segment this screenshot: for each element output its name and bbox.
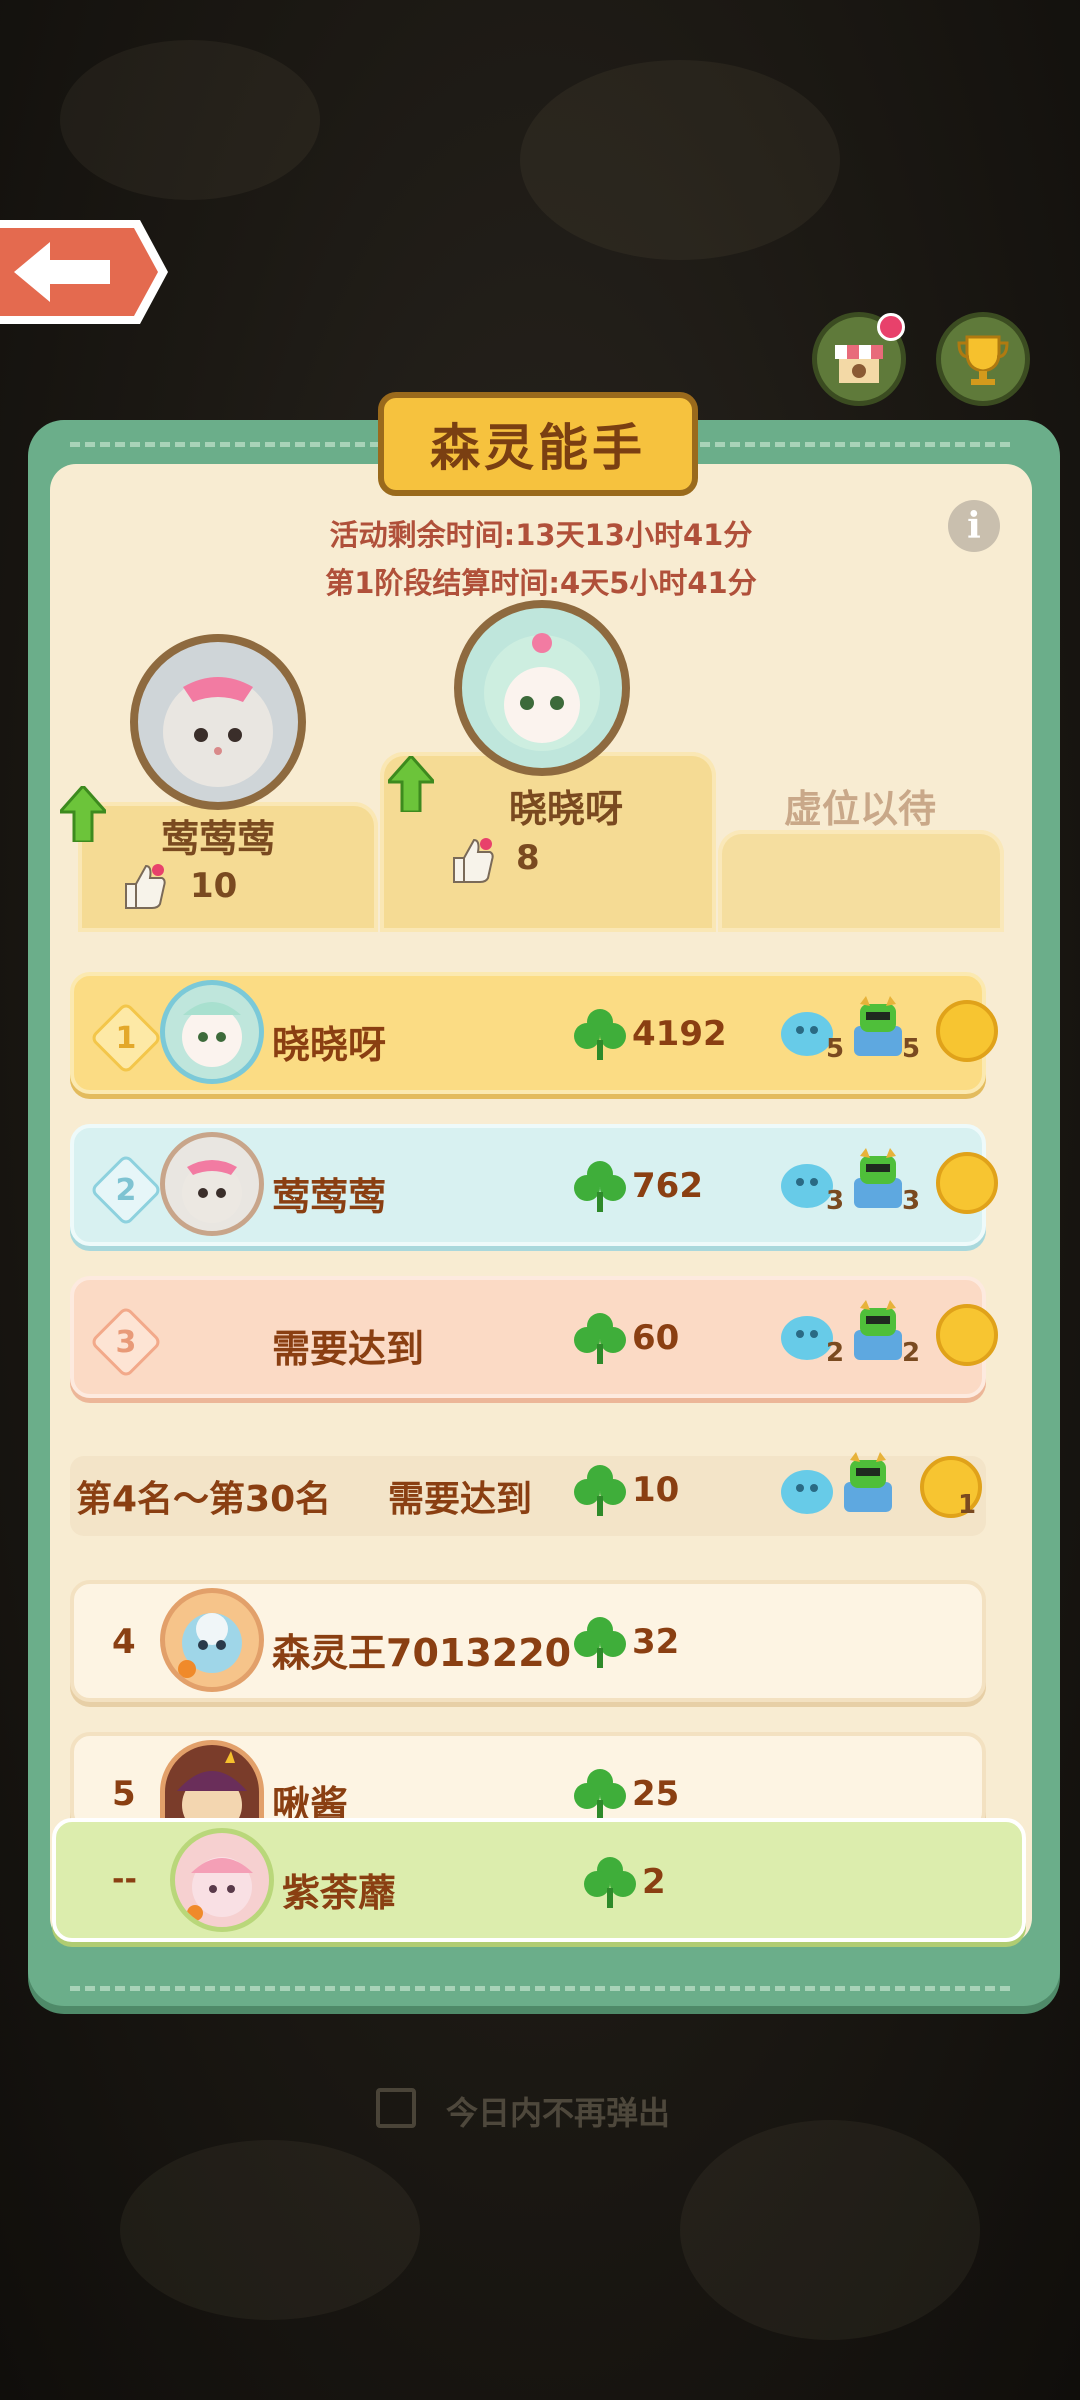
title-banner: 森灵能手 (378, 392, 698, 496)
page-title: 森灵能手 (430, 419, 646, 477)
player-score: 32 (632, 1622, 680, 1662)
player-score: 4192 (632, 1014, 727, 1054)
podium-second-name: 莺莺莺 (160, 817, 275, 861)
rank-up-arrow-icon (60, 786, 106, 842)
stage-settlement-text: 第1阶段结算时间:4天5小时41分 (325, 566, 757, 600)
like-icon[interactable] (446, 834, 498, 886)
avatar[interactable] (160, 1588, 264, 1692)
coin-icon (936, 1304, 998, 1366)
clover-icon (574, 1313, 626, 1364)
podium-third-name: 虚位以待 (783, 787, 936, 831)
avatar[interactable] (160, 980, 264, 1084)
coin-icon (936, 1152, 998, 1214)
podium-first-name: 晓晓呀 (508, 787, 623, 831)
player-score: 762 (632, 1166, 703, 1206)
tier-range: 第4名～第30名 (76, 1479, 332, 1520)
robot-cat-reward-icon (854, 1148, 902, 1208)
coin-icon (936, 1000, 998, 1062)
my-avatar[interactable] (170, 1828, 274, 1932)
dont-show-today-label[interactable]: 今日内不再弹出 (446, 2088, 670, 2134)
rank-up-arrow-icon (388, 756, 434, 812)
my-name: 紫荼蘼 (282, 1871, 397, 1915)
tier-required-score: 10 (632, 1470, 680, 1510)
coin-count: 1 (958, 1490, 977, 1520)
rank-number: 4 (112, 1622, 136, 1662)
notification-dot (877, 313, 905, 341)
robot-cat-reward-icon (854, 1300, 902, 1360)
clover-icon (574, 1769, 626, 1820)
slime-reward-icon (781, 1470, 833, 1514)
requirement-label: 需要达到 (272, 1327, 425, 1371)
remaining-time-text: 活动剩余时间:13天13小时41分 (329, 518, 753, 552)
reward-b-count: 2 (902, 1338, 921, 1368)
podium-first-avatar[interactable] (454, 600, 630, 776)
reward-a-count: 3 (826, 1186, 845, 1216)
info-icon[interactable]: i (948, 500, 1000, 552)
tier-requirement-label: 需要达到 (388, 1479, 533, 1520)
robot-cat-reward-icon (844, 1452, 892, 1512)
player-name: 莺莺莺 (272, 1175, 387, 1219)
podium-second-likes: 10 (190, 866, 238, 906)
clover-icon (574, 1009, 626, 1060)
back-button[interactable] (0, 212, 168, 332)
my-rank: -- (112, 1862, 137, 1897)
robot-cat-reward-icon (854, 996, 902, 1056)
required-score: 60 (632, 1318, 680, 1358)
clover-icon (574, 1465, 626, 1516)
clover-icon (584, 1857, 636, 1908)
clover-icon (574, 1617, 626, 1668)
back-arrow-icon (0, 220, 168, 324)
podium-third (718, 830, 1004, 932)
podium-first-likes: 8 (516, 838, 540, 878)
reward-a-count: 5 (826, 1034, 845, 1064)
rank-number: 5 (112, 1774, 136, 1814)
avatar[interactable] (160, 1132, 264, 1236)
trophy-icon[interactable] (936, 312, 1030, 406)
podium-second-avatar[interactable] (130, 634, 306, 810)
player-name: 晓晓呀 (272, 1023, 387, 1067)
reward-b-count: 5 (902, 1034, 921, 1064)
reward-b-count: 3 (902, 1186, 921, 1216)
like-icon[interactable] (118, 860, 170, 912)
reward-a-count: 2 (826, 1338, 845, 1368)
player-name: 森灵王7013220 (272, 1631, 572, 1675)
my-score: 2 (642, 1862, 666, 1902)
player-score: 25 (632, 1774, 680, 1814)
shop-icon[interactable] (812, 312, 906, 406)
dont-show-today-checkbox[interactable] (376, 2088, 416, 2128)
clover-icon (574, 1161, 626, 1212)
